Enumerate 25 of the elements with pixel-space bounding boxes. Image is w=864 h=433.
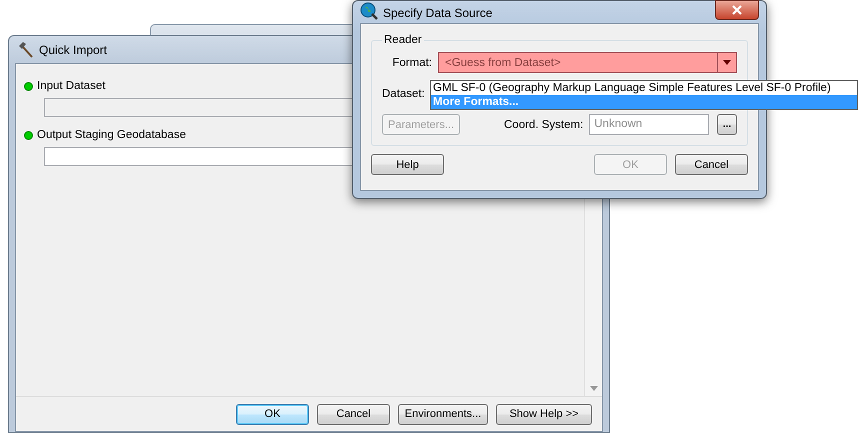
- close-icon: [732, 5, 742, 15]
- window-title: Specify Data Source: [383, 6, 492, 20]
- scroll-down-icon[interactable]: [590, 386, 598, 392]
- field-label: Format:: [391, 56, 432, 68]
- browse-button[interactable]: ...: [717, 114, 737, 135]
- status-dot: [24, 130, 33, 140]
- globe-magnifier-icon: [360, 2, 378, 20]
- status-dot: [24, 82, 33, 90]
- close-button[interactable]: [715, 0, 759, 20]
- group-title: Reader: [383, 34, 423, 46]
- dialog-button[interactable]: Cancel: [317, 404, 390, 424]
- dropdown-option[interactable]: GML SF-0 (Geography Markup Language Simple Features Level SF-0 Profile): [431, 81, 857, 95]
- field-label: Output Staging Geodatabase: [37, 129, 186, 141]
- dialog-button[interactable]: OK: [236, 404, 309, 424]
- format-dropdown[interactable]: <Guess from Dataset>: [438, 52, 737, 73]
- field-label: Coord. System:: [504, 118, 584, 130]
- window-title: Quick Import: [39, 42, 108, 56]
- dialog-button[interactable]: Cancel: [675, 154, 748, 175]
- field-label: Dataset:: [382, 88, 425, 100]
- field-label: Input Dataset: [37, 80, 106, 92]
- dialog-button[interactable]: Help: [371, 154, 444, 175]
- dialog-button[interactable]: Environments...: [398, 404, 488, 424]
- hammer-icon: [17, 40, 35, 58]
- dialog-button[interactable]: Show Help >>: [496, 404, 592, 424]
- dropdown-arrow-icon: [723, 60, 731, 65]
